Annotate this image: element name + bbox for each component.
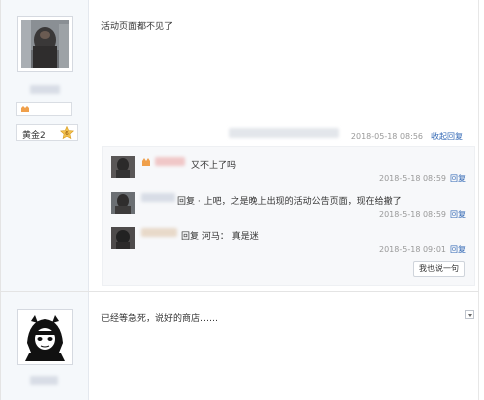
reply-link[interactable]: 回复 — [450, 210, 466, 219]
post-content: 活动页面都不见了 — [101, 22, 174, 32]
reply-time: 2018-5-18 08:59 — [379, 210, 446, 219]
fan-badge — [16, 102, 72, 116]
post-meta: 2018-05-18 08:56 收起回复 — [351, 131, 463, 142]
reply-list: 又不上了吗 2018-5-18 08:59 回复 回复 · 上吧，之是晚上出现的活… — [102, 146, 475, 286]
avatar-photo — [21, 20, 69, 68]
hand-icon — [21, 106, 29, 112]
level-badge[interactable]: 黄金2 6 — [16, 124, 78, 141]
thread-page: 黄金2 6 活动页面都不见了 2018-05-18 08:56 收起回复 又不上… — [0, 0, 484, 400]
client-info-blurred — [229, 128, 339, 138]
reply-text: 又不上了吗 — [191, 161, 237, 171]
reply-text: 回复 河马： 真是迷 — [181, 232, 259, 242]
hand-icon — [142, 158, 150, 166]
reply-link[interactable]: 回复 — [450, 174, 466, 183]
post-floor-2 — [1, 293, 479, 400]
avatar-photo — [21, 313, 69, 361]
post-menu-dropdown[interactable] — [465, 310, 474, 319]
post-floor-1: 黄金2 6 活动页面都不见了 2018-05-18 08:56 收起回复 又不上… — [1, 0, 479, 292]
username-blurred[interactable] — [30, 85, 60, 94]
reply-text: 回复 · 上吧，之是晚上出现的活动公告页面，现在给撤了 — [177, 197, 402, 207]
reply-avatar[interactable] — [111, 156, 135, 178]
say-something-button[interactable]: 我也说一句 — [413, 261, 465, 277]
level-number: 6 — [65, 131, 69, 137]
post-timestamp: 2018-05-18 08:56 — [350, 132, 423, 141]
reply-meta: 2018-5-18 08:59 回复 — [379, 209, 466, 220]
level-label: 黄金2 — [22, 131, 46, 141]
reply-time: 2018-5-18 08:59 — [379, 174, 446, 183]
reply-username-blurred[interactable] — [155, 157, 185, 166]
reply-avatar[interactable] — [111, 227, 135, 249]
collapse-replies-link[interactable]: 收起回复 — [431, 132, 463, 141]
reply-avatar[interactable] — [111, 192, 135, 214]
reply-time: 2018-5-18 09:01 — [379, 245, 446, 254]
avatar[interactable] — [17, 309, 73, 365]
level-star-icon: 6 — [60, 126, 74, 140]
username-blurred[interactable] — [30, 376, 58, 385]
reply-meta: 2018-5-18 09:01 回复 — [379, 244, 466, 255]
post-content: 已经等急死，说好的商店…… — [101, 314, 219, 324]
reply-username-blurred[interactable] — [141, 228, 177, 237]
avatar[interactable] — [17, 16, 73, 72]
reply-link[interactable]: 回复 — [450, 245, 466, 254]
reply-username-blurred[interactable] — [141, 193, 175, 202]
reply-meta: 2018-5-18 08:59 回复 — [379, 173, 466, 184]
